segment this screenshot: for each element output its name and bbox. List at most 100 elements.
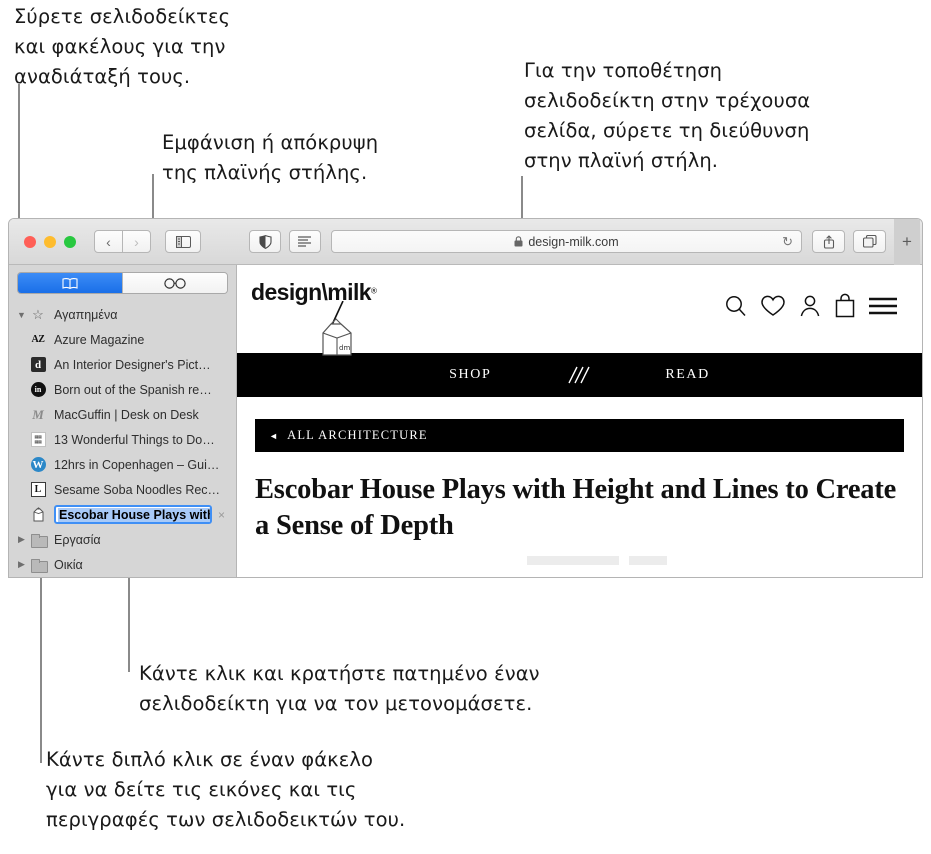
- category-bar[interactable]: ◄ ALL ARCHITECTURE: [255, 419, 904, 452]
- placeholder-bar: [629, 556, 667, 565]
- bookmark-row[interactable]: in Born out of the Spanish re…: [9, 377, 236, 402]
- site-navbar: SHOP READ: [237, 353, 922, 397]
- leader-line-sidebar-toggle: [152, 174, 154, 224]
- nav-link-read[interactable]: READ: [665, 367, 710, 383]
- web-content: design\milk® dm SHOP READ ◄ ALL ARCHITEC…: [237, 265, 922, 577]
- bookmark-folder-label: Εργασία: [54, 532, 101, 547]
- sidebar-icon: [175, 235, 191, 248]
- tab-overview-icon: [862, 235, 877, 248]
- callout-double-click-folder: Κάντε διπλό κλικ σε έναν φάκελο για να δ…: [46, 748, 406, 831]
- segment-bookmarks[interactable]: [18, 273, 122, 293]
- category-label: ALL ARCHITECTURE: [287, 428, 428, 442]
- callout-drag-address: Για την τοποθέτηση σελιδοδείκτη στην τρέ…: [524, 59, 811, 172]
- privacy-report-button[interactable]: [249, 230, 281, 253]
- leader-line-double-click: [40, 563, 42, 763]
- reader-icon: [298, 236, 311, 247]
- site-logo[interactable]: design\milk® dm: [251, 279, 401, 356]
- reader-view-button[interactable]: [289, 230, 321, 253]
- nav-link-shop[interactable]: SHOP: [449, 367, 491, 383]
- bookmarks-sidebar: ▼ ☆ Αγαπημένα AZ Azure Magazine d An Int…: [9, 265, 237, 577]
- lock-icon: [514, 236, 523, 247]
- forward-button[interactable]: ›: [122, 230, 151, 253]
- address-bar-url: design-milk.com: [528, 234, 619, 249]
- bookmark-rename-text: Escobar House Plays with: [58, 507, 210, 522]
- disclosure-triangle-open-icon[interactable]: ▼: [15, 310, 28, 320]
- bookmark-label: MacGuffin | Desk on Desk: [54, 407, 199, 422]
- article-headline: Escobar House Plays with Height and Line…: [255, 474, 897, 541]
- book-icon: [62, 277, 78, 289]
- folder-icon: [28, 558, 48, 573]
- bookmark-folder-row[interactable]: ▶ Εργασία: [9, 527, 236, 552]
- favicon-azure-icon: AZ: [31, 334, 45, 345]
- bookmark-label: Born out of the Spanish re…: [54, 382, 212, 397]
- favicon-dark-circle-icon: in: [28, 382, 48, 397]
- sidebar-toggle-button[interactable]: [165, 230, 201, 253]
- bookmark-label: Azure Magazine: [54, 332, 145, 347]
- disclosure-triangle-closed-icon[interactable]: ▶: [15, 534, 28, 545]
- favicon-macguffin-icon: M: [32, 406, 44, 422]
- tab-overview-button[interactable]: [853, 230, 886, 253]
- bookmark-row-editing[interactable]: Escobar House Plays with ×: [9, 502, 236, 527]
- disclosure-triangle-closed-icon[interactable]: ▶: [15, 559, 28, 570]
- reload-icon[interactable]: ↻: [782, 234, 793, 250]
- back-button[interactable]: ‹: [94, 230, 123, 253]
- svg-text:dm: dm: [339, 344, 350, 352]
- window-controls: [24, 235, 76, 248]
- placeholder-bar: [527, 556, 619, 565]
- callout-show-hide-sidebar: Εμφάνιση ή απόκρυψη της πλαϊνής στήλης.: [162, 131, 379, 184]
- zoom-button[interactable]: [64, 235, 76, 248]
- bookmark-folder-label: Οικία: [54, 557, 83, 572]
- sidebar-segmented-control: [17, 272, 228, 294]
- favicon-milk-carton-icon: [28, 507, 48, 522]
- bookmark-row[interactable]: d An Interior Designer's Pict…: [9, 352, 236, 377]
- safari-window: ‹ › design-milk.com ↻ + ▼ ☆ Αγαπημένα AZ…: [8, 218, 923, 578]
- heart-icon[interactable]: [760, 294, 786, 318]
- account-icon[interactable]: [798, 294, 822, 318]
- bookmark-group-label: Αγαπημένα: [54, 307, 118, 322]
- callout-rename-bookmark: Κάντε κλικ και κρατήστε πατημένο έναν σε…: [139, 662, 540, 715]
- star-icon: ☆: [32, 306, 44, 322]
- delete-bookmark-icon[interactable]: ×: [218, 508, 225, 522]
- bookmark-label: 13 Wonderful Things to Do…: [54, 432, 215, 447]
- back-chevron-icon: ‹: [106, 233, 111, 250]
- close-button[interactable]: [24, 235, 36, 248]
- back-arrow-icon: ◄: [269, 430, 280, 441]
- bookmarks-list: ▼ ☆ Αγαπημένα AZ Azure Magazine d An Int…: [9, 300, 236, 577]
- bookmark-folder-row[interactable]: ▶ Οικία: [9, 552, 236, 577]
- navigation-buttons: ‹ ›: [94, 230, 151, 253]
- bookmark-label: 12hrs in Copenhagen – Gui…: [54, 457, 220, 472]
- folder-icon: [28, 533, 48, 548]
- article-meta-placeholders: [527, 556, 922, 565]
- slashes-icon: [568, 366, 590, 384]
- callout-drag-bookmarks: Σύρετε σελιδοδείκτες και φακέλους για τη…: [14, 5, 231, 88]
- bookmark-group-favorites[interactable]: ▼ ☆ Αγαπημένα: [9, 302, 236, 327]
- menu-icon[interactable]: [868, 295, 898, 317]
- milk-carton-icon: dm: [322, 301, 352, 356]
- bookmark-rename-field[interactable]: Escobar House Plays with: [54, 505, 212, 524]
- address-bar[interactable]: design-milk.com ↻: [331, 230, 802, 253]
- browser-toolbar: ‹ › design-milk.com ↻ +: [9, 219, 922, 265]
- search-icon[interactable]: [724, 294, 748, 318]
- bookmark-row[interactable]: W 12hrs in Copenhagen – Gui…: [9, 452, 236, 477]
- share-icon: [823, 234, 834, 249]
- glasses-icon: [164, 277, 186, 289]
- site-header-icons: [724, 293, 898, 318]
- bookmark-row[interactable]: ▤▤ ▤▤ 13 Wonderful Things to Do…: [9, 427, 236, 452]
- segment-reading-list[interactable]: [122, 273, 227, 293]
- new-tab-button[interactable]: +: [894, 219, 920, 265]
- contrast-icon: [258, 234, 272, 249]
- toolbar-right-buttons: +: [812, 219, 920, 265]
- bookmark-row[interactable]: M MacGuffin | Desk on Desk: [9, 402, 236, 427]
- site-header: design\milk® dm: [237, 265, 922, 356]
- address-bar-content: design-milk.com: [332, 235, 801, 249]
- bag-icon[interactable]: [834, 293, 856, 318]
- bookmark-label: An Interior Designer's Pict…: [54, 357, 211, 372]
- favicon-local-milk-icon: L: [28, 482, 48, 497]
- bookmark-row[interactable]: AZ Azure Magazine: [9, 327, 236, 352]
- forward-chevron-icon: ›: [134, 233, 139, 250]
- registered-mark: ®: [370, 286, 377, 296]
- bookmark-row[interactable]: L Sesame Soba Noodles Rec…: [9, 477, 236, 502]
- favicon-grid-icon: ▤▤ ▤▤: [28, 432, 48, 447]
- minimize-button[interactable]: [44, 235, 56, 248]
- share-button[interactable]: [812, 230, 845, 253]
